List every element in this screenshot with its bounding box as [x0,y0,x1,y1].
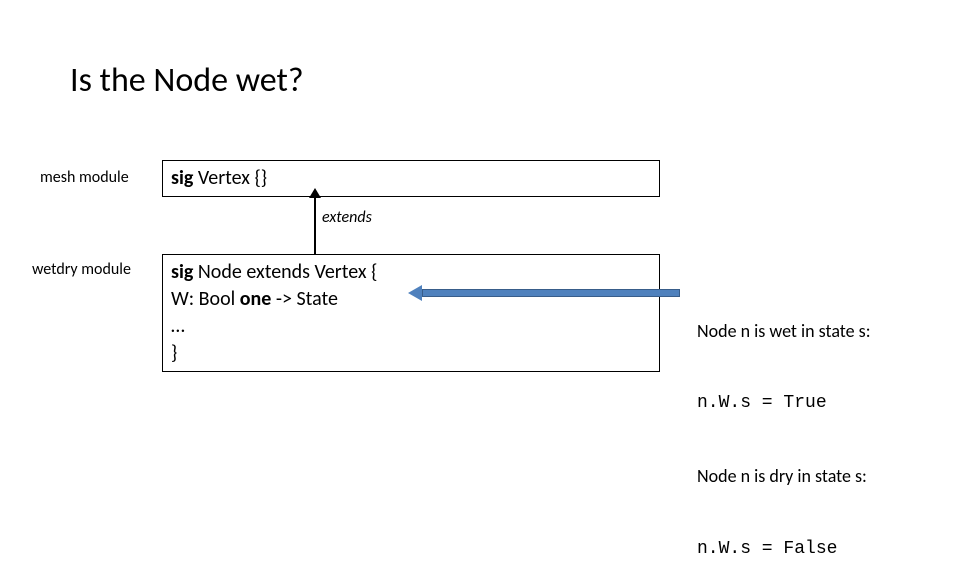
vertex-rest: Vertex {} [193,166,267,190]
node-line2-pre: W: Bool [171,287,240,311]
node-line1-kw: sig [171,260,193,284]
node-sig-box: sig Node extends Vertex { W: Bool one ->… [162,254,660,372]
slide-title: Is the Node wet? [70,60,304,101]
info-l1: Node n is wet in state s: [697,319,871,343]
label-extends: extends [322,208,372,227]
info-text: Node n is wet in state s: n.W.s = True N… [697,270,871,586]
node-line1-rest: Node extends Vertex { [193,260,377,284]
node-line2-post: -> State [271,287,338,311]
blue-arrow-left-icon [408,286,680,300]
extends-arrow-icon [314,196,316,254]
info-l3: Node n is dry in state s: [697,464,871,488]
info-l2: n.W.s = True [697,391,871,415]
node-line4: } [171,340,651,367]
label-mesh-module: mesh module [40,168,129,187]
vertex-sig-box: sig Vertex {} [162,160,660,197]
vertex-kw: sig [171,166,193,190]
info-l4: n.W.s = False [697,537,871,561]
node-line2-kw: one [240,287,272,311]
label-wetdry-module: wetdry module [32,260,131,279]
node-line3: … [171,313,651,340]
